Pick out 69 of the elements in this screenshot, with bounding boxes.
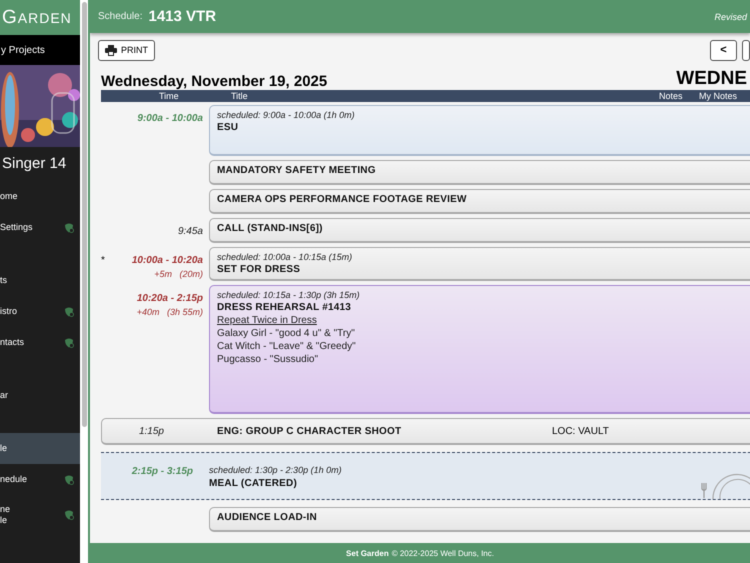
footer-brand: Set Garden bbox=[346, 548, 389, 558]
column-header: Notes bbox=[658, 91, 684, 101]
nav-item[interactable]: ome bbox=[0, 191, 18, 202]
asterisk-marker: * bbox=[101, 255, 105, 266]
revised-label: Revised bbox=[714, 12, 747, 22]
schedule-entry[interactable]: CALL (STAND-INS[6]) bbox=[209, 218, 750, 243]
entry-title: SET FOR DRESS bbox=[217, 264, 302, 275]
date-heading: Wednesday, November 19, 2025 bbox=[101, 73, 328, 90]
nav-item[interactable]: ar bbox=[0, 390, 8, 401]
nav-item[interactable]: ne le bbox=[0, 504, 10, 526]
app-logo: GARDEN bbox=[2, 6, 72, 28]
nav-item[interactable]: istro bbox=[0, 306, 18, 317]
plate-fork-icon bbox=[701, 471, 750, 499]
shield-icon bbox=[64, 222, 74, 232]
nav-item[interactable]: ntacts bbox=[0, 337, 24, 348]
schedule-entry[interactable]: MANDATORY SAFETY MEETING bbox=[209, 160, 750, 185]
schedule-entry[interactable]: scheduled: 9:00a - 10:00a (1h 0m) ESU bbox=[209, 105, 750, 156]
entry-time: 2:15p - 3:15p bbox=[132, 466, 193, 479]
scrollbar-thumb[interactable] bbox=[82, 2, 86, 427]
previous-button[interactable]: < bbox=[710, 40, 737, 60]
print-button[interactable]: PRINT bbox=[98, 40, 155, 60]
next-button[interactable] bbox=[742, 40, 750, 60]
copyright-text: © 2022-2025 Well Duns, Inc. bbox=[392, 548, 494, 558]
scheduled-time: scheduled: 9:00a - 10:00a (1h 0m) bbox=[217, 110, 356, 120]
project-title: Singer 14 bbox=[2, 155, 66, 172]
scheduled-time: scheduled: 10:00a - 10:15a (15m) bbox=[217, 252, 354, 262]
shield-icon bbox=[64, 338, 74, 348]
entry-line: Cat Witch - "Leave" & "Greedy" bbox=[217, 341, 357, 352]
printer-icon bbox=[105, 44, 117, 56]
time-delta: +5m (20m) bbox=[154, 269, 203, 279]
schedule-title: 1413 VTR bbox=[148, 8, 218, 25]
column-header: Title bbox=[230, 91, 249, 101]
entry-time: 10:20a - 2:15p bbox=[136, 293, 203, 304]
nav-item[interactable]: nedule bbox=[0, 474, 28, 485]
entry-title: MANDATORY SAFETY MEETING bbox=[217, 165, 377, 176]
entry-notes: LOC: VAULT bbox=[552, 426, 610, 436]
entry-time: 10:00a - 10:20a bbox=[132, 255, 203, 266]
nav-item[interactable]: le bbox=[0, 443, 8, 454]
schedule-entry[interactable]: scheduled: 10:15a - 1:30p (3h 15m) DRESS REHEARSAL #1413 Repeat Twice in Dress Galaxy Girl - "good 4 u" & "Try" Cat Witch - "Leave" & "Greedy" Pugcasso - "Sussudio" bbox=[209, 285, 750, 414]
entry-subtitle: Repeat Twice in Dress bbox=[217, 315, 318, 326]
nav-item[interactable]: ts bbox=[0, 275, 8, 286]
entry-title: CAMERA OPS PERFORMANCE FOOTAGE REVIEW bbox=[217, 194, 468, 205]
entry-title: ESU bbox=[217, 122, 240, 133]
shield-icon bbox=[64, 510, 74, 520]
scheduled-time: scheduled: 10:15a - 1:30p (3h 15m) bbox=[217, 290, 361, 300]
entry-title: CALL (STAND-INS[6]) bbox=[217, 223, 324, 234]
nav-item[interactable]: Settings bbox=[0, 222, 33, 233]
entry-title: AUDIENCE LOAD-IN bbox=[217, 512, 318, 523]
schedule-entry[interactable]: CAMERA OPS PERFORMANCE FOOTAGE REVIEW bbox=[209, 189, 750, 214]
entry-title: ENG: GROUP C CHARACTER SHOOT bbox=[216, 426, 402, 436]
time-delta: +40m (3h 55m) bbox=[136, 307, 203, 317]
column-header: Time bbox=[158, 91, 180, 101]
schedule-entry[interactable]: AUDIENCE LOAD-IN bbox=[209, 507, 750, 532]
entry-line: Galaxy Girl - "good 4 u" & "Try" bbox=[217, 328, 356, 339]
entry-title: MEAL (CATERED) bbox=[209, 478, 298, 489]
entry-time: 9:45a bbox=[178, 226, 203, 237]
schedule-entry[interactable]: 1:15p ENG: GROUP C CHARACTER SHOOT LOC: VAULT bbox=[101, 418, 750, 445]
entry-time: 9:00a - 10:00a bbox=[137, 113, 203, 124]
shield-icon bbox=[64, 306, 74, 316]
column-header: My Notes bbox=[699, 91, 738, 101]
entry-line: Pugcasso - "Sussudio" bbox=[217, 354, 320, 365]
schedule-label: Schedule: bbox=[98, 11, 142, 22]
meal-band[interactable]: 2:15p - 3:15p scheduled: 1:30p - 2:30p (1h 0m) MEAL (CATERED) bbox=[101, 452, 750, 500]
day-heading: WEDNE bbox=[676, 68, 747, 90]
shield-icon bbox=[64, 474, 74, 484]
scheduled-time: scheduled: 1:30p - 2:30p (1h 0m) bbox=[209, 465, 342, 475]
entry-time: 1:15p bbox=[138, 426, 164, 436]
schedule-entry[interactable]: scheduled: 10:00a - 10:15a (15m) SET FOR DRESS bbox=[209, 247, 750, 281]
entry-title: DRESS REHEARSAL #1413 bbox=[217, 302, 352, 313]
